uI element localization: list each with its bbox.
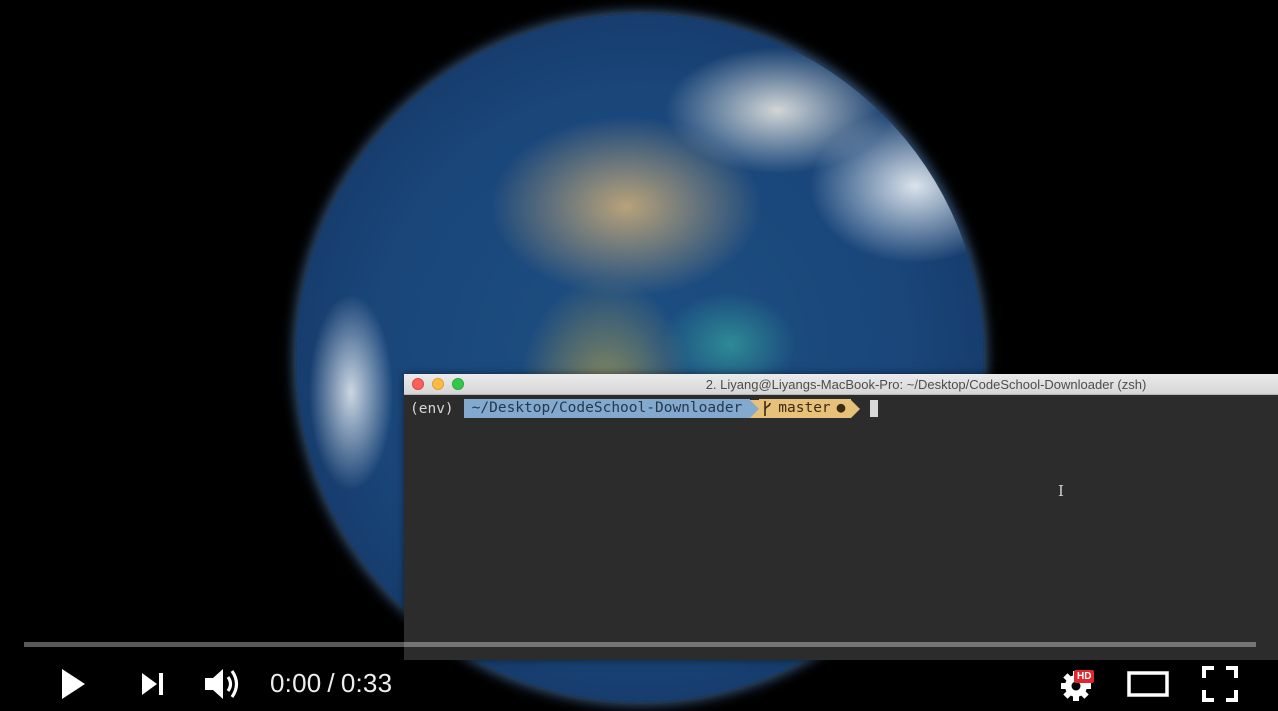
shell-prompt: (env) ~/Desktop/CodeSchool-Downloader ma… (410, 399, 879, 418)
theater-mode-button[interactable] (1126, 666, 1170, 702)
text-cursor (870, 400, 879, 417)
theater-mode-icon (1127, 671, 1169, 697)
hd-badge: HD (1074, 670, 1095, 683)
git-branch-name: master (778, 400, 831, 416)
fullscreen-icon (1202, 666, 1238, 702)
mouse-ibeam-cursor-icon: I (1058, 482, 1064, 500)
git-branch-icon (764, 401, 772, 416)
prompt-end-icon (851, 399, 861, 418)
play-icon (62, 669, 85, 699)
prompt-separator-icon (750, 399, 760, 418)
next-icon (142, 673, 163, 695)
prompt-git-segment: master ● (759, 399, 852, 418)
env-indicator: (env) (410, 400, 454, 417)
git-dirty-indicator: ● (836, 400, 846, 416)
volume-button[interactable] (200, 663, 244, 705)
terminal-titlebar[interactable]: 2. Liyang@Liyangs-MacBook-Pro: ~/Desktop… (404, 374, 1278, 395)
next-button[interactable] (134, 666, 170, 702)
video-frame[interactable]: 2. Liyang@Liyangs-MacBook-Pro: ~/Desktop… (0, 0, 1278, 711)
prompt-path: ~/Desktop/CodeSchool-Downloader (463, 399, 751, 418)
time-separator: / (327, 668, 335, 698)
play-button[interactable] (52, 664, 92, 704)
terminal-window[interactable]: 2. Liyang@Liyangs-MacBook-Pro: ~/Desktop… (404, 374, 1278, 660)
progress-bar[interactable] (24, 642, 1256, 647)
terminal-title: 2. Liyang@Liyangs-MacBook-Pro: ~/Desktop… (705, 377, 1147, 392)
volume-icon (205, 669, 239, 699)
time-display: 0:00 / 0:33 (270, 668, 392, 699)
current-time: 0:00 (270, 668, 322, 698)
fullscreen-button[interactable] (1200, 664, 1240, 704)
duration: 0:33 (340, 668, 393, 698)
